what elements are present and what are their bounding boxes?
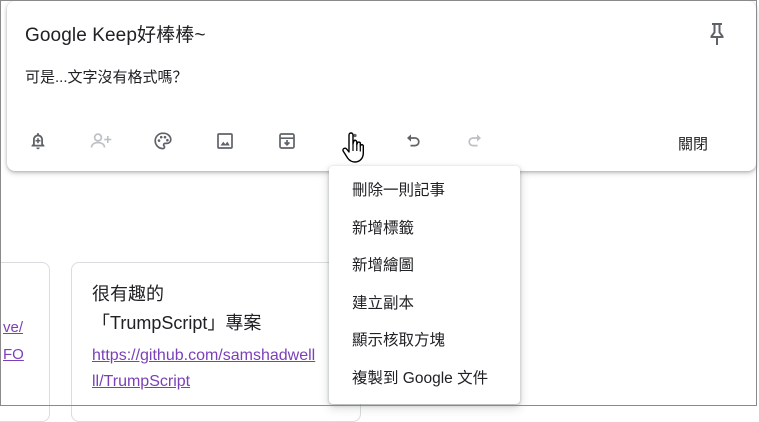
archive-icon[interactable] xyxy=(275,129,299,153)
menu-item-add-drawing[interactable]: 新增繪圖 xyxy=(329,247,520,285)
collaborator-icon[interactable] xyxy=(88,129,114,153)
redo-icon[interactable] xyxy=(463,129,487,153)
note-card-left[interactable]: ve/ FO xyxy=(0,262,50,422)
note-link-fragment[interactable]: FO xyxy=(3,346,24,363)
menu-item-delete-note[interactable]: 刪除一則記事 xyxy=(329,172,520,210)
menu-item-make-copy[interactable]: 建立副本 xyxy=(329,285,520,323)
note-card-title: 很有趣的 「TrumpScript」專案 xyxy=(92,280,261,338)
note-card-trumpscript[interactable]: 很有趣的 「TrumpScript」專案 https://github.com/… xyxy=(71,262,361,422)
note-title[interactable]: Google Keep好棒棒~ xyxy=(25,20,206,47)
undo-icon[interactable] xyxy=(401,129,425,153)
note-card-link[interactable]: https://github.com/samshadwell ll/TrumpS… xyxy=(92,343,315,395)
menu-item-copy-to-docs[interactable]: 複製到 Google 文件 xyxy=(329,360,520,398)
note-toolbar xyxy=(7,129,756,159)
note-editor: Google Keep好棒棒~ 可是...文字沒有格式嗎？ 關閉 xyxy=(7,1,756,171)
more-options-menu: 刪除一則記事 新增標籤 新增繪圖 建立副本 顯示核取方塊 複製到 Google … xyxy=(329,166,520,404)
image-icon[interactable] xyxy=(213,129,237,153)
reminder-icon[interactable] xyxy=(26,129,50,153)
note-link-fragment[interactable]: ve/ xyxy=(3,319,23,336)
close-button[interactable]: 關閉 xyxy=(653,128,733,158)
note-link-line[interactable]: https://github.com/samshadwell xyxy=(92,343,315,369)
palette-icon[interactable] xyxy=(151,129,175,153)
note-body[interactable]: 可是...文字沒有格式嗎？ xyxy=(25,66,188,87)
pin-icon[interactable] xyxy=(705,19,729,47)
note-title-line: 很有趣的 xyxy=(92,284,164,304)
menu-item-add-label[interactable]: 新增標籤 xyxy=(329,210,520,248)
menu-item-show-checkboxes[interactable]: 顯示核取方塊 xyxy=(329,322,520,360)
note-title-line: 「TrumpScript」專案 xyxy=(92,313,262,333)
note-link-line[interactable]: ll/TrumpScript xyxy=(92,369,315,395)
more-icon[interactable] xyxy=(343,129,367,153)
